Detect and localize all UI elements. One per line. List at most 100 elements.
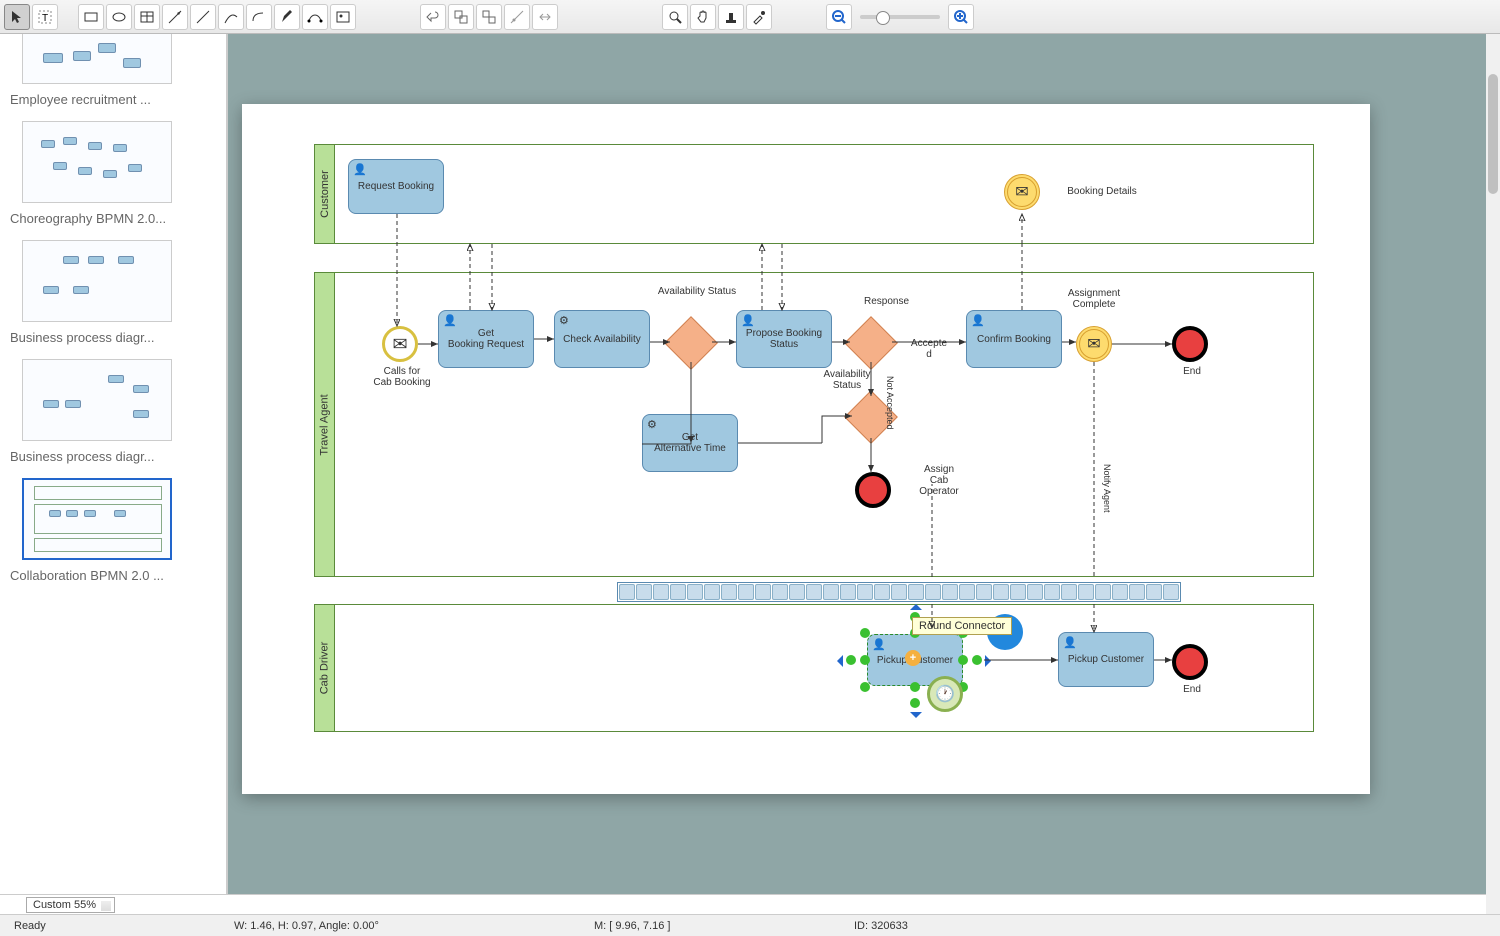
group-button[interactable] [448, 4, 474, 30]
gear-icon: ⚙ [559, 314, 569, 327]
tool-rect[interactable] [78, 4, 104, 30]
eyedropper-tool[interactable] [746, 4, 772, 30]
align-button[interactable] [504, 4, 530, 30]
thumbnail-label: Business process diagr... [10, 449, 226, 464]
shape-option[interactable] [755, 584, 771, 600]
tool-connector[interactable] [162, 4, 188, 30]
direction-handle[interactable] [910, 712, 922, 724]
shape-option[interactable] [1112, 584, 1128, 600]
tool-path[interactable] [302, 4, 328, 30]
resize-handle[interactable] [860, 655, 870, 665]
page-thumbnail[interactable] [22, 240, 172, 322]
rapid-draw-palette[interactable] [617, 582, 1181, 602]
pan-tool[interactable] [690, 4, 716, 30]
shape-option[interactable] [721, 584, 737, 600]
tool-image[interactable] [330, 4, 356, 30]
shape-option[interactable] [1044, 584, 1060, 600]
vertical-scrollbar[interactable] [1486, 34, 1500, 914]
page-thumbnail[interactable] [22, 121, 172, 203]
resize-handle[interactable] [860, 628, 870, 638]
event-end-2[interactable] [1172, 644, 1208, 680]
tool-line[interactable] [190, 4, 216, 30]
shape-option[interactable] [925, 584, 941, 600]
shape-option[interactable] [704, 584, 720, 600]
zoom-tool[interactable] [662, 4, 688, 30]
tool-pen[interactable] [274, 4, 300, 30]
connect-handle[interactable] [910, 698, 920, 708]
resize-handle[interactable] [958, 655, 968, 665]
ungroup-button[interactable] [476, 4, 502, 30]
shape-option[interactable] [1010, 584, 1026, 600]
page-thumbnails-sidebar: Employee recruitment ... Choreography BP… [0, 34, 228, 894]
shape-option[interactable] [653, 584, 669, 600]
direction-handle[interactable] [985, 655, 997, 667]
shape-option[interactable] [891, 584, 907, 600]
tool-text[interactable]: T [32, 4, 58, 30]
zoom-out-button[interactable] [826, 4, 852, 30]
shape-option[interactable] [840, 584, 856, 600]
task-get-booking-request[interactable]: 👤Get Booking Request [438, 310, 534, 368]
event-timer-boundary[interactable] [927, 676, 963, 712]
page-thumbnail-selected[interactable] [22, 478, 172, 560]
diagram-page: Customer 👤Request Booking Booking Detail… [242, 104, 1370, 794]
task-get-alternative[interactable]: ⚙Get Alternative Time [642, 414, 738, 472]
canvas[interactable]: Customer 👤Request Booking Booking Detail… [228, 34, 1500, 894]
shape-option[interactable] [636, 584, 652, 600]
event-end-na[interactable] [855, 472, 891, 508]
task-propose-booking[interactable]: 👤Propose Booking Status [736, 310, 832, 368]
tool-arc[interactable] [246, 4, 272, 30]
tool-curve[interactable] [218, 4, 244, 30]
connect-handle[interactable] [846, 655, 856, 665]
shape-option[interactable] [1095, 584, 1111, 600]
shape-option[interactable] [959, 584, 975, 600]
task-pickup-customer-2[interactable]: 👤Pickup Customer [1058, 632, 1154, 687]
shape-option[interactable] [1163, 584, 1179, 600]
shape-option[interactable] [1061, 584, 1077, 600]
shape-option[interactable] [993, 584, 1009, 600]
pool-label: Cab Driver [319, 642, 331, 695]
task-check-availability[interactable]: ⚙Check Availability [554, 310, 650, 368]
shape-option[interactable] [738, 584, 754, 600]
shape-option[interactable] [857, 584, 873, 600]
direction-handle[interactable] [831, 655, 843, 667]
stamp-tool[interactable] [718, 4, 744, 30]
zoom-combo[interactable]: Custom 55% [26, 897, 115, 913]
shape-option[interactable] [1027, 584, 1043, 600]
task-request-booking[interactable]: 👤Request Booking [348, 159, 444, 214]
shape-option[interactable] [874, 584, 890, 600]
shape-option[interactable] [687, 584, 703, 600]
shape-option[interactable] [1078, 584, 1094, 600]
shape-option[interactable] [772, 584, 788, 600]
resize-handle[interactable] [860, 682, 870, 692]
thumbnail-label: Choreography BPMN 2.0... [10, 211, 226, 226]
shape-option[interactable] [806, 584, 822, 600]
shape-option[interactable] [670, 584, 686, 600]
shape-option[interactable] [1146, 584, 1162, 600]
event-calls-for-cab[interactable] [382, 326, 418, 362]
zoom-in-button[interactable] [948, 4, 974, 30]
shape-option[interactable] [908, 584, 924, 600]
shape-option[interactable] [789, 584, 805, 600]
shape-option[interactable] [976, 584, 992, 600]
zoom-slider[interactable] [860, 15, 940, 19]
undo-button[interactable] [420, 4, 446, 30]
event-booking-details[interactable] [1004, 174, 1040, 210]
tool-select[interactable] [4, 4, 30, 30]
event-assignment-complete[interactable] [1076, 326, 1112, 362]
shape-option[interactable] [823, 584, 839, 600]
shape-option[interactable] [619, 584, 635, 600]
shape-option[interactable] [942, 584, 958, 600]
distribute-button[interactable] [532, 4, 558, 30]
shape-option[interactable] [1129, 584, 1145, 600]
connect-handle[interactable] [972, 655, 982, 665]
task-confirm-booking[interactable]: 👤Confirm Booking [966, 310, 1062, 368]
event-end-1[interactable] [1172, 326, 1208, 362]
pool-customer[interactable]: Customer [314, 144, 1314, 244]
page-thumbnail[interactable] [22, 34, 172, 84]
pool-cab-driver[interactable]: Cab Driver [314, 604, 1314, 732]
tool-ellipse[interactable] [106, 4, 132, 30]
tool-table[interactable] [134, 4, 160, 30]
resize-handle[interactable] [910, 682, 920, 692]
page-thumbnail[interactable] [22, 359, 172, 441]
rotate-handle[interactable]: + [905, 650, 921, 666]
